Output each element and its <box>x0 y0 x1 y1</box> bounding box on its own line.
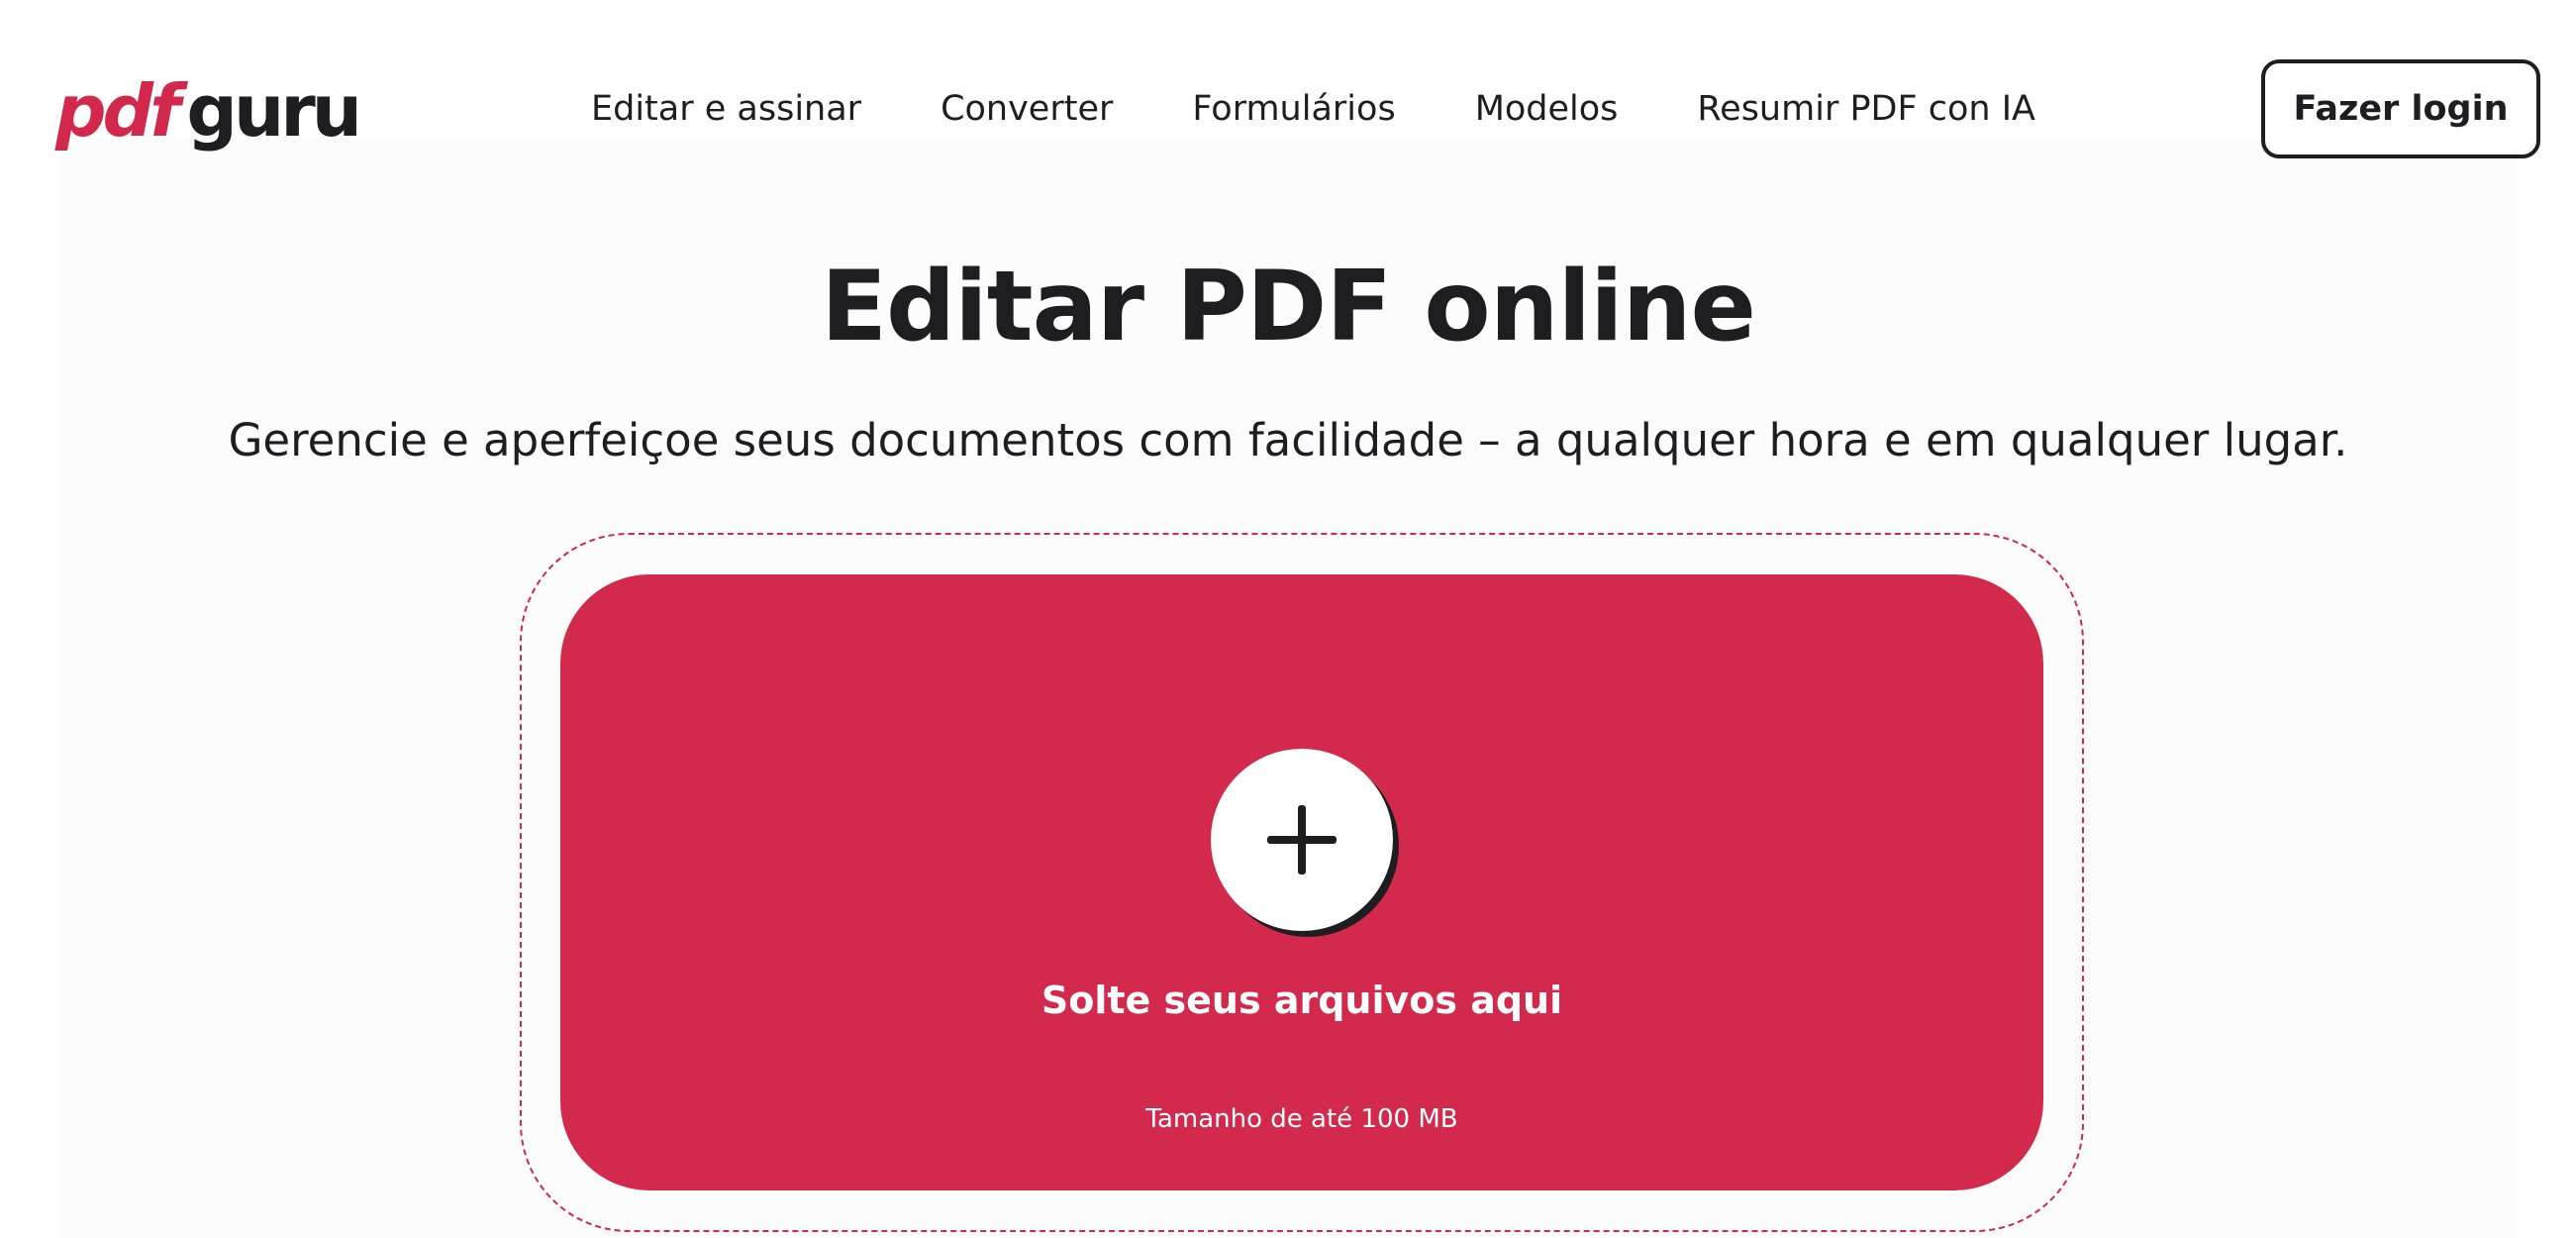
nav-item-converter[interactable]: Converter <box>941 89 1113 129</box>
upload-button[interactable] <box>1211 749 1393 931</box>
site-header: pdf guru Editar e assinar Converter Form… <box>0 0 2576 223</box>
nav-item-modelos[interactable]: Modelos <box>1475 89 1619 129</box>
dropzone-label: Solte seus arquivos aqui <box>1040 979 1563 1022</box>
page-subtitle: Gerencie e aperfeiçoe seus documentos co… <box>228 414 2348 466</box>
page-title: Editar PDF online <box>821 251 1756 363</box>
file-size-limit: Tamanho de até 100 MB <box>1145 1104 1458 1134</box>
login-button[interactable]: Fazer login <box>2261 59 2540 158</box>
logo-pdf-text: pdf <box>55 69 180 153</box>
nav-item-formularios[interactable]: Formulários <box>1192 89 1395 129</box>
plus-icon <box>1267 805 1337 875</box>
logo-guru-text: guru <box>186 69 362 153</box>
pdfguru-logo[interactable]: pdf guru <box>55 69 362 153</box>
nav-item-editar-e-assinar[interactable]: Editar e assinar <box>591 89 861 129</box>
nav-item-resumir-pdf[interactable]: Resumir PDF con IA <box>1697 89 2035 129</box>
main-nav: Editar e assinar Converter Formulários M… <box>591 79 2035 139</box>
file-dropzone[interactable]: Solte seus arquivos aqui Tamanho de até … <box>560 574 2043 1190</box>
